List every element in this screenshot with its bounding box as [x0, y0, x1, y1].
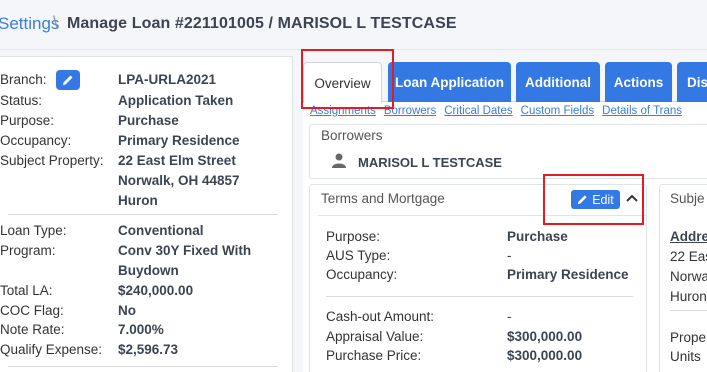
tab-actions[interactable]: Actions — [605, 62, 672, 102]
summary-label-loan-type: Loan Type: — [0, 223, 67, 238]
summary-label-occupancy: Occupancy: — [0, 133, 72, 148]
summary-value-branch: LPA-URLA2021 — [118, 72, 217, 87]
tab-additional[interactable]: Additional — [516, 62, 600, 102]
summary-label-total-la: Total LA: — [0, 283, 53, 298]
summary-value-status: Application Taken — [118, 93, 234, 108]
page-header: Settings \ Manage Loan #221101005 / MARI… — [0, 0, 707, 50]
summary-divider-bottom — [8, 366, 278, 367]
terms-value-purpose: Purchase — [507, 229, 568, 244]
terms-value-appraisal-value: $300,000.00 — [507, 329, 583, 344]
highlight-edit-button — [543, 174, 644, 225]
summary-value-qualify-expense: $2,596.73 — [118, 342, 179, 357]
subject-property-type-label: Prope — [670, 330, 707, 345]
page-title: Manage Loan #221101005 / MARISOL L TESTC… — [67, 15, 457, 32]
summary-value-occupancy: Primary Residence — [118, 133, 240, 148]
summary-value-note-rate: 7.000% — [118, 322, 164, 337]
tab-disclosures[interactable]: Dis — [677, 62, 707, 102]
sublink-details-of-transaction[interactable]: Details of Trans — [602, 105, 682, 117]
subject-address-heading[interactable]: Addre — [670, 229, 707, 244]
terms-label-cash-out: Cash-out Amount: — [326, 309, 435, 324]
subject-address-line2: Norwa — [670, 269, 707, 284]
subject-address-line1: 22 Eas — [670, 249, 707, 264]
breadcrumb-separator: \ — [53, 13, 59, 33]
summary-label-qualify-expense: Qualify Expense: — [0, 342, 103, 357]
pencil-icon — [63, 75, 73, 85]
branch-edit-button[interactable] — [56, 70, 80, 90]
summary-label-program: Program: — [0, 243, 56, 258]
summary-value-purpose: Purchase — [118, 113, 179, 128]
subject-card-title: Subje — [670, 191, 705, 206]
summary-label-coc-flag: COC Flag: — [0, 303, 64, 318]
subject-address-line3: Huron — [670, 289, 707, 304]
summary-value-program-line2: Buydown — [118, 263, 179, 278]
summary-value-subject-city: Norwalk, OH 44857 — [118, 173, 240, 188]
summary-label-status: Status: — [0, 93, 43, 108]
terms-section-divider — [326, 296, 633, 297]
borrowers-card-title: Borrowers — [321, 128, 383, 143]
summary-label-subject-property: Subject Property: — [0, 153, 104, 168]
terms-value-aus-type: - — [507, 248, 512, 263]
terms-mortgage-title: Terms and Mortgage — [321, 191, 445, 206]
subject-units-label: Units — [670, 349, 701, 364]
summary-label-purpose: Purpose: — [0, 113, 55, 128]
terms-label-appraisal-value: Appraisal Value: — [326, 329, 424, 344]
sublink-custom-fields[interactable]: Custom Fields — [521, 105, 595, 117]
terms-value-purchase-price: $300,000.00 — [507, 348, 583, 363]
breadcrumb-settings-link[interactable]: Settings — [0, 14, 59, 34]
summary-label-branch: Branch: — [0, 72, 47, 87]
summary-divider — [8, 214, 278, 215]
terms-label-aus-type: AUS Type: — [326, 248, 391, 263]
summary-value-loan-type: Conventional — [118, 223, 204, 238]
summary-value-coc-flag: No — [118, 303, 136, 318]
person-icon — [332, 153, 346, 168]
summary-value-subject-county: Huron — [118, 193, 158, 208]
summary-value-program: Conv 30Y Fixed With — [118, 243, 252, 258]
highlight-overview-tab — [301, 49, 394, 109]
terms-value-cash-out: - — [507, 309, 512, 324]
summary-value-subject-street: 22 East Elm Street — [118, 153, 236, 168]
sublink-critical-dates[interactable]: Critical Dates — [444, 105, 512, 117]
subject-divider — [670, 310, 707, 311]
summary-label-note-rate: Note Rate: — [0, 322, 65, 337]
borrower-name[interactable]: MARISOL L TESTCASE — [358, 155, 502, 170]
terms-label-occupancy: Occupancy: — [326, 267, 398, 282]
tab-loan-application[interactable]: Loan Application — [388, 62, 511, 102]
summary-value-total-la: $240,000.00 — [118, 283, 194, 298]
terms-value-occupancy: Primary Residence — [507, 267, 629, 282]
terms-label-purpose: Purpose: — [326, 229, 381, 244]
terms-label-purchase-price: Purchase Price: — [326, 348, 422, 363]
